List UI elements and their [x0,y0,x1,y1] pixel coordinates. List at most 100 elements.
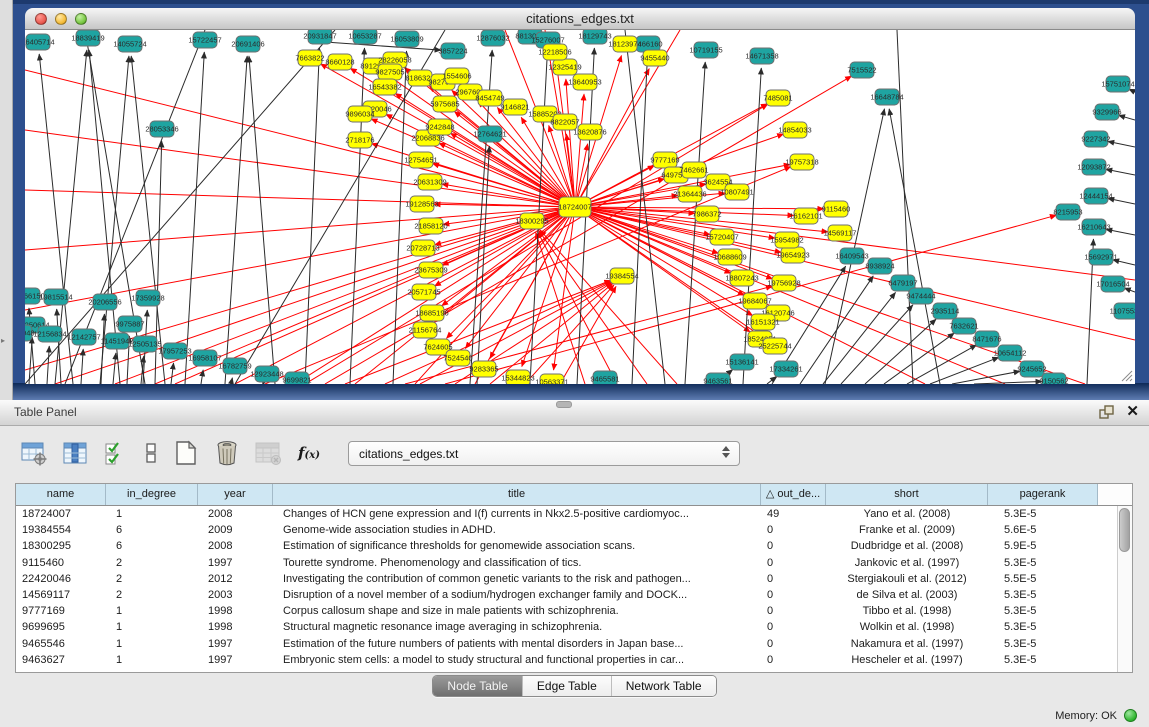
network-node[interactable]: 9455440 [640,50,669,66]
network-node[interactable]: 9115460 [822,201,851,217]
network-node[interactable]: 16162101 [789,208,822,224]
network-node[interactable]: 10563371 [535,374,568,384]
panel-collapse-arrow[interactable]: ▸ [1,336,5,345]
network-node[interactable]: 17016504 [1096,276,1129,292]
column-header-in_degree[interactable]: in_degree [106,484,198,505]
network-node[interactable]: 16409543 [835,248,868,264]
network-node[interactable]: 18724007 [558,197,591,217]
network-node[interactable]: 10807491 [720,184,753,200]
column-header-name[interactable]: name [16,484,106,505]
network-node[interactable]: 16405714 [25,34,55,50]
network-node[interactable]: 15954982 [770,232,803,248]
network-node[interactable]: 12325419 [548,59,581,75]
network-node[interactable]: 9150562 [1039,373,1068,384]
network-node[interactable]: 25225744 [758,338,791,354]
network-node[interactable]: 15722457 [188,32,221,48]
column-header-pagerank[interactable]: pagerank [988,484,1098,505]
network-node[interactable]: 20571745 [407,284,440,300]
network-node[interactable]: 15692971 [1084,249,1117,265]
table-row[interactable]: 1872400712008Changes of HCN gene express… [16,506,1117,522]
network-node[interactable]: 14671358 [745,48,778,64]
network-node[interactable]: 15344823 [501,370,534,384]
network-node[interactable]: 14569117 [824,225,857,241]
network-node[interactable]: 9245652 [1017,361,1046,377]
tab-node-table[interactable]: Node Table [433,676,523,696]
network-node[interactable]: 9777169 [650,152,679,168]
network-node[interactable]: 9227342 [1081,131,1110,147]
network-node[interactable]: 9465581 [590,371,619,384]
column-header-short[interactable]: short [826,484,988,505]
network-node[interactable]: 2935114 [931,303,960,319]
network-node[interactable]: 16151321 [746,314,779,330]
network-node[interactable]: 15751074 [1101,76,1134,92]
network-node[interactable]: 1554606 [442,68,471,84]
network-node[interactable]: 7515522 [847,62,876,78]
network-node[interactable]: 16648784 [870,89,903,105]
network-node[interactable]: 16053809 [390,31,423,47]
network-node[interactable]: 18129743 [578,30,611,44]
network-window-titlebar[interactable]: citations_edges.txt [25,8,1135,30]
table-row[interactable]: 977716911998Corpus callosum shape and si… [16,603,1117,619]
network-node[interactable]: 9474444 [906,288,935,304]
network-node[interactable]: 19756928 [767,275,800,291]
column-header-out_degree[interactable]: △ out_de... [761,484,826,505]
network-node[interactable]: 7485081 [763,90,792,106]
network-node[interactable]: 9242848 [425,119,454,135]
network-node[interactable]: 20631309 [413,174,446,190]
network-node[interactable]: 19384554 [605,268,638,284]
tab-network-table[interactable]: Network Table [612,676,716,696]
tab-edge-table[interactable]: Edge Table [523,676,612,696]
float-panel-icon[interactable] [1099,405,1114,420]
table-row[interactable]: 1456911722003Disruption of a novel membe… [16,587,1117,603]
row-height-button[interactable] [143,439,159,467]
network-node[interactable]: 8215953 [1053,204,1082,220]
delete-column-trash-button[interactable] [213,439,241,467]
network-node[interactable]: 18807243 [725,270,758,286]
network-node[interactable]: 5975685 [430,96,459,112]
network-node[interactable]: 19815514 [39,289,72,305]
network-node[interactable]: 7663822 [295,50,324,66]
network-node[interactable]: 8660128 [325,54,354,70]
network-node[interactable]: 9463561 [703,373,732,384]
network-node[interactable]: 10654112 [994,345,1027,361]
network-canvas[interactable]: 1640571418839419140557241572245720691406… [25,30,1135,384]
network-node[interactable]: 9827505 [375,64,404,80]
network-node[interactable]: 9975887 [115,316,144,332]
network-node[interactable]: 9146821 [500,99,529,115]
network-node[interactable]: 18839419 [71,30,104,46]
network-node[interactable]: 19757318 [785,154,818,170]
network-node[interactable]: 13640953 [568,74,601,90]
table-scrollbar-thumb[interactable] [1119,508,1130,552]
table-settings-button[interactable] [20,439,48,467]
network-node[interactable]: 18685196 [415,305,448,321]
table-row[interactable]: 2242004622012Investigating the contribut… [16,571,1117,587]
network-node[interactable]: 12764621 [473,126,506,142]
network-node[interactable]: 17334261 [769,361,802,377]
network-node[interactable]: 9283365 [469,361,498,377]
network-node[interactable]: 20206556 [88,294,121,310]
network-node[interactable]: 16782759 [218,358,251,374]
table-row[interactable]: 969969511998Structural magnetic resonanc… [16,619,1117,635]
network-node[interactable]: 19654923 [776,247,809,263]
network-node[interactable]: 16543382 [368,79,401,95]
table-row[interactable]: 1830029562008Estimation of significance … [16,538,1117,554]
table-scrollbar[interactable] [1117,506,1132,672]
network-node[interactable]: 21364436 [673,186,706,202]
column-header-year[interactable]: year [198,484,273,505]
network-node[interactable]: 21156764 [409,322,442,338]
network-node[interactable]: 12093872 [1077,159,1110,175]
show-columns-button[interactable] [61,439,89,467]
network-node[interactable]: 12754651 [404,152,437,168]
close-panel-icon[interactable]: ✕ [1126,404,1139,420]
network-node[interactable]: 7986372 [692,206,721,222]
network-node[interactable]: 16958107 [188,350,221,366]
table-row[interactable]: 1938455462009Genome-wide association stu… [16,522,1117,538]
network-node[interactable]: 14854033 [778,122,811,138]
network-node[interactable]: 10719155 [689,42,722,58]
table-row[interactable]: 946554611997Estimation of the future num… [16,636,1117,652]
select-attributes-button[interactable] [102,439,130,467]
network-node[interactable]: 19128563 [405,196,438,212]
network-node[interactable]: 14055724 [113,36,146,52]
network-node[interactable]: 11075533 [1110,303,1135,319]
window-resize-grip[interactable] [1119,368,1133,382]
